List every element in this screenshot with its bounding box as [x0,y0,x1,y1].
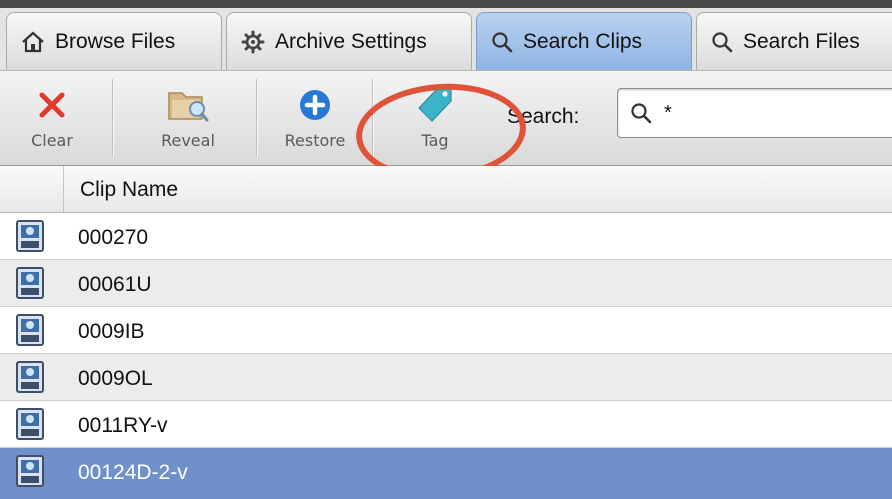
table-row[interactable]: 0009IB [0,307,892,354]
restore-button[interactable]: Restore [270,71,360,165]
clear-button[interactable]: Clear [12,71,92,165]
clip-name: 0011RY-v [78,414,168,437]
clip-file-icon [16,408,44,440]
table-row-selected[interactable]: 00124D-2-v [0,448,892,499]
clip-file-icon [16,267,44,299]
search-icon [712,31,733,52]
search-input[interactable] [662,100,866,126]
table-row[interactable]: 000270 [0,213,892,260]
tab-bar: Browse Files Archive Settings Search Cli… [0,0,892,71]
clear-label: Clear [31,131,73,150]
home-icon [22,31,44,52]
tab-archive-settings[interactable]: Archive Settings [226,12,472,70]
tab-search-files[interactable]: Search Files [696,12,892,70]
table-row[interactable]: 0011RY-v [0,401,892,448]
table-row[interactable]: 0009OL [0,354,892,401]
tab-search-clips-label: Search Clips [523,29,643,53]
clip-file-icon [16,314,44,346]
tab-browse-files-label: Browse Files [55,29,176,53]
tab-browse-files[interactable]: Browse Files [6,12,222,70]
search-field[interactable] [617,88,892,138]
column-header-clip-name[interactable]: Clip Name [80,178,178,202]
search-icon [631,103,652,124]
reveal-button[interactable]: Reveal [138,71,238,165]
restore-plus-icon [300,90,330,120]
reveal-label: Reveal [161,131,215,150]
search-icon [492,31,513,52]
clip-name: 0009IB [78,320,145,343]
clip-name: 00124D-2-v [78,461,188,484]
tab-search-clips[interactable]: Search Clips [476,12,692,70]
tab-search-files-label: Search Files [743,29,860,53]
clip-file-icon [16,220,44,252]
toolbar-divider [256,79,257,157]
icon-column-header[interactable] [0,166,64,212]
clear-x-icon [39,92,65,118]
clip-name: 0009OL [78,367,153,390]
restore-label: Restore [284,131,346,150]
clip-file-icon [16,361,44,393]
table-header: Clip Name [0,166,892,213]
clip-name: 000270 [78,226,149,249]
gear-icon [241,30,265,53]
reveal-folder-icon [168,92,209,122]
clip-file-icon [16,455,44,487]
table-row[interactable]: 00061U [0,260,892,307]
clip-name: 00061U [78,273,152,296]
tab-archive-settings-label: Archive Settings [275,29,427,53]
toolbar-divider [112,79,113,157]
